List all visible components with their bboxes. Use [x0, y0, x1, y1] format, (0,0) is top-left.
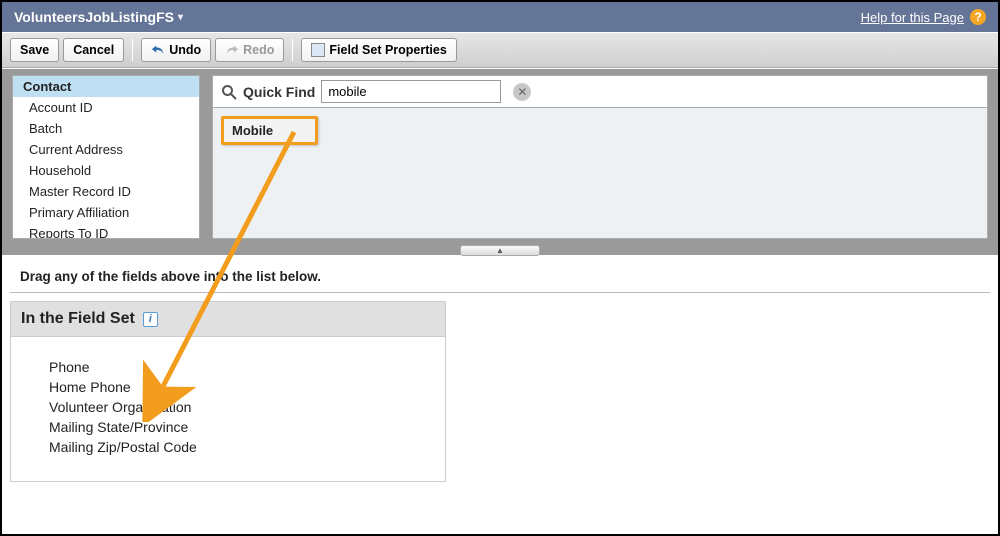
page-header: VolunteersJobListingFS ▾ Help for this P… [2, 2, 998, 32]
object-sidebar: Contact Account ID Batch Current Address… [12, 75, 200, 239]
sidebar-item-reports-to-id[interactable]: Reports To ID [13, 223, 199, 239]
field-palette: Mobile [212, 107, 988, 239]
divider [292, 39, 293, 61]
page-title: VolunteersJobListingFS [14, 9, 174, 25]
sidebar-item-primary-affiliation[interactable]: Primary Affiliation [13, 202, 199, 223]
dropdown-arrow-icon: ▾ [178, 12, 183, 23]
help-group: Help for this Page ? [861, 9, 986, 25]
sidebar-item-master-record-id[interactable]: Master Record ID [13, 181, 199, 202]
palette-field-mobile[interactable]: Mobile [221, 116, 318, 145]
sidebar-item-household[interactable]: Household [13, 160, 199, 181]
fieldset-properties-button[interactable]: Field Set Properties [301, 38, 456, 62]
fieldset-item[interactable]: Volunteer Organization [49, 397, 407, 417]
undo-icon [151, 43, 165, 57]
quick-find-input[interactable] [321, 80, 501, 103]
field-set-header: In the Field Set i [11, 302, 445, 337]
sidebar-item-contact[interactable]: Contact [13, 76, 199, 97]
cancel-button[interactable]: Cancel [63, 38, 124, 62]
fieldset-item[interactable]: Mailing State/Province [49, 417, 407, 437]
fieldset-item[interactable]: Mailing Zip/Postal Code [49, 437, 407, 457]
redo-button: Redo [215, 38, 284, 62]
grid-icon [311, 43, 325, 57]
info-icon[interactable]: i [143, 312, 158, 327]
toolbar: Save Cancel Undo Redo Field Set Properti… [2, 32, 998, 68]
field-set-title: In the Field Set [21, 310, 135, 328]
save-button[interactable]: Save [10, 38, 59, 62]
fieldset-item[interactable]: Home Phone [49, 377, 407, 397]
help-link[interactable]: Help for this Page [861, 10, 964, 25]
sidebar-item-account-id[interactable]: Account ID [13, 97, 199, 118]
fieldset-item[interactable]: Phone [49, 357, 407, 377]
field-set-dropzone[interactable]: Phone Home Phone Volunteer Organization … [11, 337, 445, 481]
search-icon [221, 84, 237, 100]
chevron-up-icon: ▲ [496, 246, 504, 255]
panel-expand-handle[interactable]: ▲ [460, 245, 540, 256]
help-icon[interactable]: ? [970, 9, 986, 25]
sidebar-item-current-address[interactable]: Current Address [13, 139, 199, 160]
layout-workspace: Contact Account ID Batch Current Address… [2, 68, 998, 255]
palette-area: Quick Find ✕ Mobile [212, 75, 988, 239]
clear-search-button[interactable]: ✕ [513, 83, 531, 101]
divider [132, 39, 133, 61]
redo-icon [225, 43, 239, 57]
quick-find-label: Quick Find [243, 84, 315, 100]
undo-button[interactable]: Undo [141, 38, 211, 62]
quick-find-bar: Quick Find ✕ [212, 75, 988, 107]
field-set-panel: In the Field Set i Phone Home Phone Volu… [10, 301, 446, 482]
drag-instructions: Drag any of the fields above into the li… [10, 255, 990, 293]
page-title-group[interactable]: VolunteersJobListingFS ▾ [14, 9, 183, 25]
sidebar-item-batch[interactable]: Batch [13, 118, 199, 139]
